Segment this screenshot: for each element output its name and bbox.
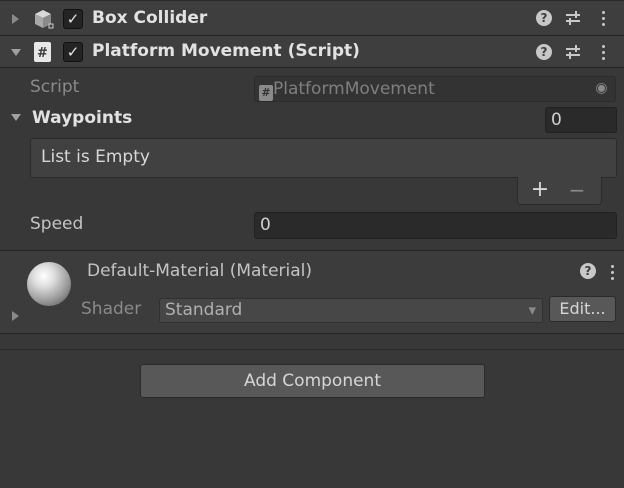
svg-text:#: # <box>37 46 48 61</box>
platform-movement-enabled-checkbox[interactable]: ✓ <box>63 42 83 62</box>
shader-edit-button[interactable]: Edit... <box>549 296 616 322</box>
box-collider-enabled-checkbox[interactable]: ✓ <box>63 9 83 29</box>
waypoints-label[interactable]: Waypoints <box>32 108 132 128</box>
material-foldout-icon[interactable] <box>12 311 19 321</box>
shader-label: Shader <box>81 299 142 319</box>
waypoints-foldout-icon[interactable] <box>11 114 21 121</box>
shader-dropdown[interactable]: Standard ▾ <box>159 298 543 323</box>
object-picker-icon[interactable]: ◉ <box>594 81 609 96</box>
chevron-down-icon: ▾ <box>528 301 536 319</box>
shader-value: Standard <box>165 300 243 320</box>
foldout-arrow-icon[interactable] <box>11 49 21 56</box>
remove-element-button[interactable]: − <box>566 177 588 203</box>
script-icon: # <box>32 41 54 63</box>
speed-label: Speed <box>30 214 84 234</box>
script-object-field[interactable]: # PlatformMovement <box>254 76 616 102</box>
list-empty-text: List is Empty <box>41 147 150 167</box>
more-options-icon[interactable] <box>600 45 606 63</box>
help-icon[interactable]: ? <box>536 44 552 60</box>
material-preview-sphere <box>27 262 71 306</box>
script-value: PlatformMovement <box>273 79 435 99</box>
help-icon[interactable]: ? <box>536 10 552 26</box>
waypoints-list: List is Empty <box>30 138 617 178</box>
component-separator <box>0 333 624 334</box>
speed-field[interactable]: 0 <box>254 212 617 239</box>
more-options-icon[interactable] <box>609 265 615 283</box>
box-collider-title: Box Collider <box>92 8 208 28</box>
script-file-icon: # <box>259 85 273 101</box>
waypoints-size-field[interactable]: 0 <box>545 107 617 133</box>
settings-icon[interactable] <box>563 42 583 62</box>
platform-movement-title: Platform Movement (Script) <box>92 41 360 61</box>
material-title: Default-Material (Material) <box>87 261 313 281</box>
box-collider-icon <box>32 8 54 30</box>
help-icon[interactable]: ? <box>580 263 596 279</box>
more-options-icon[interactable] <box>600 11 606 29</box>
settings-icon[interactable] <box>563 8 583 28</box>
component-separator <box>0 349 624 350</box>
script-label: Script <box>30 77 80 97</box>
add-element-button[interactable]: + <box>529 177 551 203</box>
foldout-arrow-icon[interactable] <box>12 14 19 24</box>
add-component-button[interactable]: Add Component <box>140 364 485 398</box>
